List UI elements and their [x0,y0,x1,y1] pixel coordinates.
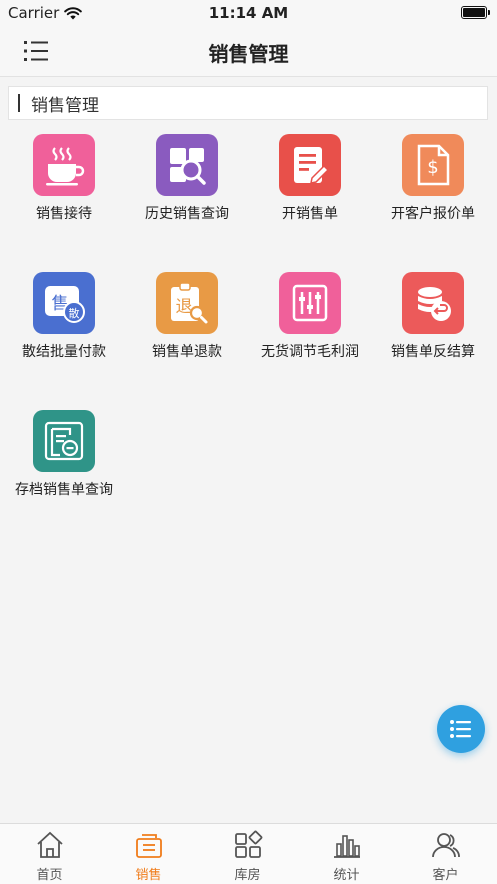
section-header: 销售管理 [8,86,488,120]
item-label: 销售接待 [36,206,92,222]
tab-label: 首页 [36,868,63,883]
item-reverse-settlement[interactable]: 销售单反结算 [371,272,495,361]
item-sales-refund[interactable]: 退 销售单退款 [125,272,249,361]
tile-open-sales-order [279,134,341,196]
status-bar: Carrier 11:14 AM [0,0,497,26]
price-document-icon: $ [417,144,450,186]
tab-label: 客户 [432,868,459,883]
tile-sales-reception [33,134,95,196]
scatter-glyph: 散 [69,306,80,320]
item-adjust-profit[interactable]: 无货调节毛利润 [248,272,372,361]
list-icon [450,720,471,738]
item-label: 开客户报价单 [391,206,475,222]
tile-bulk-payment: 售 散 [33,272,95,334]
search-document-icon [170,148,206,185]
page-title: 销售管理 [208,42,289,66]
warehouse-icon [234,830,262,858]
edit-document-icon [294,147,330,184]
tab-warehouse[interactable]: 库房 [198,824,297,884]
bulk-payment-icon: 售 散 [45,286,85,323]
floating-menu-button[interactable] [437,705,485,753]
tile-reverse-settlement [402,272,464,334]
tile-history-query [156,134,218,196]
customers-icon [431,833,460,858]
tab-label: 库房 [234,868,261,883]
tab-label: 统计 [333,868,360,883]
item-customer-quote[interactable]: $ 开客户报价单 [371,134,495,223]
item-label: 历史销售查询 [145,206,229,222]
refund-glyph: 退 [176,297,193,317]
item-label: 销售单退款 [152,344,222,360]
nav-bar: 销售管理 [0,26,497,77]
sales-icon [135,834,162,858]
tile-sales-refund: 退 [156,272,218,334]
tab-sales[interactable]: 销售 [99,824,198,884]
item-label: 无货调节毛利润 [261,344,359,360]
status-time: 11:14 AM [208,4,289,22]
statistics-icon [333,835,360,858]
adjust-sliders-icon [292,284,328,322]
home-icon [36,831,63,858]
tab-customers[interactable]: 客户 [396,824,495,884]
dollar-glyph: $ [427,157,438,178]
tile-customer-quote: $ [402,134,464,196]
item-sales-reception[interactable]: 销售接待 [2,134,126,223]
coffee-cup-icon [46,147,85,186]
item-label: 存档销售单查询 [15,482,113,498]
item-archive-query[interactable]: 存档销售单查询 [2,410,126,499]
tab-label: 销售 [135,868,162,883]
section-title: 销售管理 [31,95,99,116]
item-history-query[interactable]: 历史销售查询 [125,134,249,223]
battery-icon [461,6,490,19]
item-label: 开销售单 [282,206,338,222]
reverse-settle-icon [418,287,451,321]
item-label: 散结批量付款 [22,344,106,360]
tab-home[interactable]: 首页 [0,824,99,884]
item-label: 销售单反结算 [391,344,475,360]
tab-bar: 首页 销售 库房 统计 客户 [0,823,497,884]
tile-adjust-profit [279,272,341,334]
archive-query-icon [44,421,84,461]
tile-archive-query [33,410,95,472]
item-open-sales-order[interactable]: 开销售单 [248,134,372,223]
refund-search-icon: 退 [171,282,208,324]
tab-statistics[interactable]: 统计 [297,824,396,884]
section-marker [18,94,20,112]
item-bulk-payment[interactable]: 售 散 散结批量付款 [2,272,126,361]
